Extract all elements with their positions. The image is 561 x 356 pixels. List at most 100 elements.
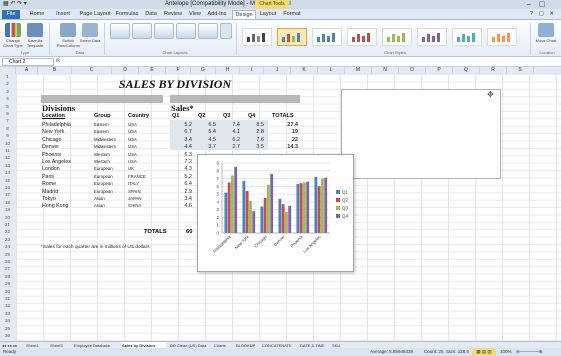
cell-q1[interactable]: 3.4 xyxy=(172,196,192,202)
cell-total[interactable]: 27.4 xyxy=(270,122,298,128)
cell-group[interactable]: Midwestern xyxy=(94,137,116,142)
cell-group[interactable]: Western xyxy=(94,152,110,157)
cell-q4[interactable]: 2.8 xyxy=(244,129,264,135)
row-header[interactable]: 14 xyxy=(0,170,15,175)
row-header[interactable]: 7 xyxy=(0,118,15,123)
cell-q1[interactable]: 5.2 xyxy=(172,122,192,128)
row-header[interactable]: 27 xyxy=(0,266,15,271)
row-header[interactable]: 13 xyxy=(0,163,15,168)
chart-layout-1-icon[interactable] xyxy=(110,23,130,39)
row-header[interactable]: 4 xyxy=(0,96,15,101)
cell-country[interactable]: USA xyxy=(128,137,137,142)
chart-style-thumbnail[interactable] xyxy=(242,28,272,46)
cell-q4[interactable]: 8.5 xyxy=(244,122,264,128)
cell-total[interactable]: 22 xyxy=(270,137,298,143)
row-header[interactable]: 5 xyxy=(0,104,15,109)
cell-location[interactable]: Denver xyxy=(42,144,59,150)
tab-formulas[interactable]: Formulas xyxy=(114,10,140,19)
column-header[interactable]: R xyxy=(480,67,507,74)
tab-data[interactable]: Data xyxy=(142,10,160,19)
name-box[interactable]: Chart 2 xyxy=(2,58,54,66)
column-header[interactable]: J xyxy=(264,67,291,74)
cell-country[interactable]: SPAIN xyxy=(128,189,141,194)
tab-home[interactable]: Home xyxy=(26,10,48,19)
zoom-level[interactable]: 100% xyxy=(500,348,512,356)
chart-layout-4-icon[interactable] xyxy=(176,23,196,39)
cell-q2[interactable]: 5.4 xyxy=(196,129,216,135)
row-header[interactable]: 26 xyxy=(0,259,15,264)
column-header[interactable]: F xyxy=(166,67,191,74)
change-chart-type-button[interactable]: Change Chart Type xyxy=(2,38,24,48)
column-header[interactable]: K xyxy=(291,67,318,74)
switch-row-column-button[interactable]: Switch Row/Column xyxy=(57,38,80,48)
row-header[interactable]: 36 xyxy=(0,333,15,338)
row-header[interactable]: 35 xyxy=(0,326,15,331)
cell-q2[interactable]: 4.5 xyxy=(196,137,216,143)
switch-row-column-icon[interactable] xyxy=(60,23,76,37)
save-template-button[interactable]: Save As Template xyxy=(24,38,46,48)
chart-layouts-more-icon[interactable] xyxy=(220,23,232,39)
row-header[interactable]: 10 xyxy=(0,141,15,146)
column-header[interactable]: M xyxy=(345,67,372,74)
cell-group[interactable]: European xyxy=(94,166,113,171)
cell-group[interactable]: Eastern xyxy=(94,122,109,127)
column-header[interactable]: G xyxy=(191,67,216,74)
cell-group[interactable]: Midwestern xyxy=(94,144,116,149)
row-header[interactable]: 1 xyxy=(0,74,15,79)
row-header[interactable]: 6 xyxy=(0,111,15,116)
tab-page-layout[interactable]: Page Layout xyxy=(78,10,112,19)
sales-chart[interactable]: 0 1 2 3 4 5 6 7 8 9 Philadelphia New York Chicago Den… xyxy=(197,154,354,272)
cell-q1[interactable]: 6.4 xyxy=(172,181,192,187)
tab-format[interactable]: Format xyxy=(282,10,302,19)
column-header[interactable]: D xyxy=(112,67,139,74)
cell-q1[interactable]: 4.4 xyxy=(172,144,192,150)
row-header[interactable]: 30 xyxy=(0,289,15,294)
column-header[interactable]: E xyxy=(139,67,166,74)
select-all-corner[interactable] xyxy=(0,67,16,74)
row-header[interactable]: 3 xyxy=(0,89,15,94)
row-header[interactable]: 22 xyxy=(0,229,15,234)
cell-q4[interactable]: 7.6 xyxy=(244,137,264,143)
tab-file[interactable]: File xyxy=(2,10,20,19)
change-chart-type-icon[interactable] xyxy=(5,23,21,37)
chart-style-thumbnail[interactable] xyxy=(312,28,342,46)
row-header[interactable]: 25 xyxy=(0,252,15,257)
cell-total[interactable]: 19 xyxy=(270,129,298,135)
select-data-icon[interactable] xyxy=(82,23,98,37)
row-header[interactable]: 9 xyxy=(0,133,15,138)
cell-location[interactable]: Rome xyxy=(42,181,56,187)
column-header[interactable]: S xyxy=(507,67,534,74)
chart-style-thumbnail[interactable] xyxy=(487,28,517,46)
cell-group[interactable]: European xyxy=(94,174,113,179)
row-header[interactable]: 32 xyxy=(0,303,15,308)
row-header[interactable]: 33 xyxy=(0,311,15,316)
save-template-icon[interactable] xyxy=(27,23,43,37)
chart-style-thumbnail[interactable] xyxy=(382,28,412,46)
column-header[interactable]: O xyxy=(399,67,426,74)
cell-group[interactable]: European xyxy=(94,189,113,194)
cell-location[interactable]: Madrid xyxy=(42,189,58,195)
cell-group[interactable]: Asian xyxy=(94,196,105,201)
chart-style-thumbnail[interactable] xyxy=(417,28,447,46)
cell-q4[interactable]: 3.5 xyxy=(244,144,264,150)
cell-q2[interactable]: 3.7 xyxy=(196,144,216,150)
row-header[interactable]: 18 xyxy=(0,200,15,205)
column-header[interactable]: A xyxy=(16,67,38,74)
column-header[interactable]: B xyxy=(38,67,72,74)
tab-view[interactable]: View xyxy=(186,10,204,19)
chart-style-thumbnail[interactable] xyxy=(452,28,482,46)
help-icon[interactable]: ? ▢ ✕ xyxy=(528,10,558,19)
row-header[interactable]: 31 xyxy=(0,296,15,301)
cell-country[interactable]: USA xyxy=(128,152,137,157)
column-header[interactable]: L xyxy=(318,67,345,74)
column-header[interactable]: P xyxy=(426,67,453,74)
row-header[interactable]: 23 xyxy=(0,237,15,242)
cell-location[interactable]: Los Angeles xyxy=(42,159,71,165)
cell-country[interactable]: FRANCE xyxy=(128,174,146,179)
cell-country[interactable]: JAPAN xyxy=(128,196,142,201)
row-header[interactable]: 12 xyxy=(0,155,15,160)
column-header[interactable]: C xyxy=(72,67,112,74)
tab-layout[interactable]: Layout xyxy=(258,10,278,19)
cell-total[interactable]: 14.3 xyxy=(270,144,298,150)
row-header[interactable]: 15 xyxy=(0,178,15,183)
